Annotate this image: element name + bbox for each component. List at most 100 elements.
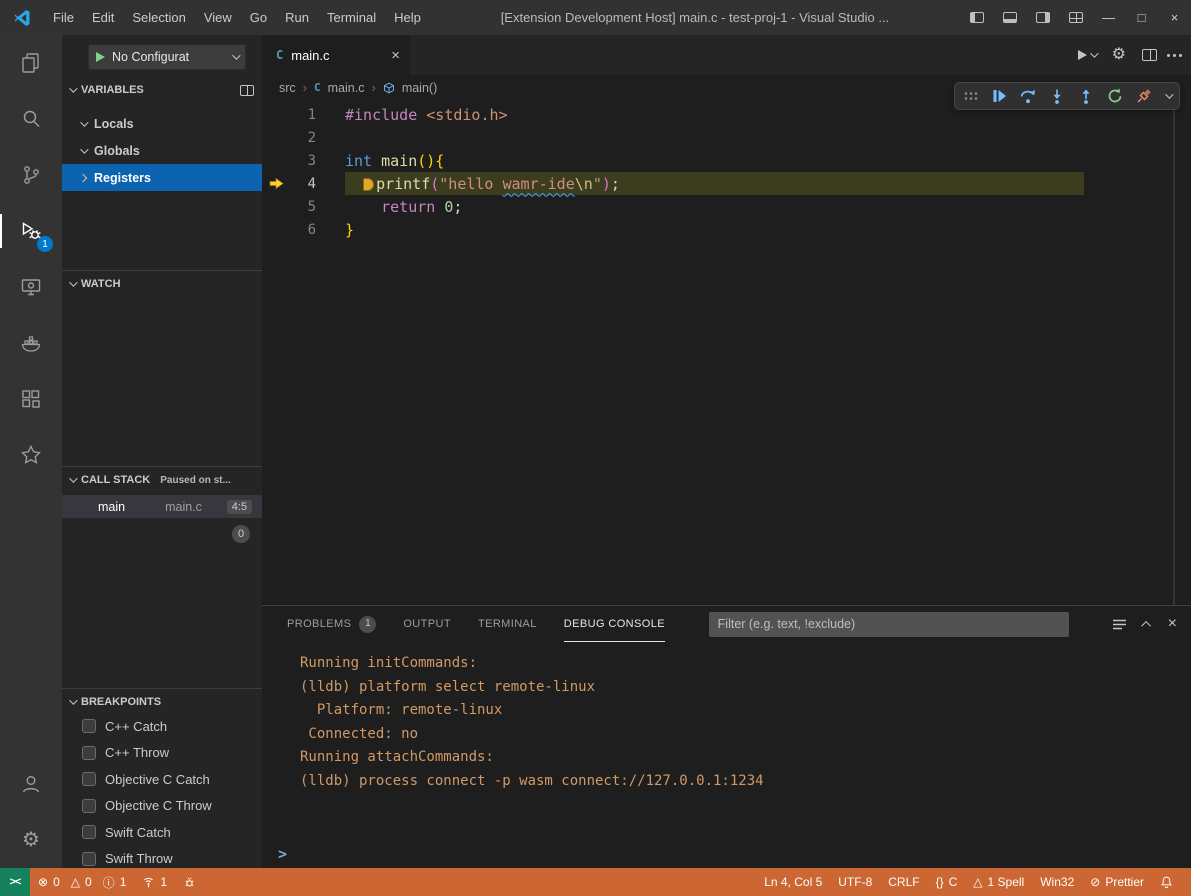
breadcrumb-symbol[interactable]: main() bbox=[402, 81, 437, 95]
notifications-status[interactable] bbox=[1152, 875, 1181, 889]
menu-item[interactable]: File bbox=[44, 0, 83, 35]
variable-scope-row[interactable]: Globals bbox=[62, 137, 262, 164]
breadcrumb-file[interactable]: main.c bbox=[328, 81, 365, 95]
platform-status[interactable]: Win32 bbox=[1032, 875, 1082, 889]
chevron-down-icon[interactable] bbox=[1165, 90, 1173, 98]
explorer-icon[interactable] bbox=[0, 35, 62, 91]
cursor-position[interactable]: Ln 4, Col 5 bbox=[756, 875, 830, 889]
customize-layout-icon[interactable] bbox=[1059, 0, 1092, 35]
variables-header[interactable]: VARIABLES bbox=[62, 77, 262, 101]
maximize-button[interactable]: □ bbox=[1125, 0, 1158, 35]
disconnect-icon[interactable] bbox=[1136, 88, 1152, 104]
continue-icon[interactable] bbox=[992, 89, 1007, 103]
variable-scope-row-registers[interactable]: Registers bbox=[62, 164, 262, 191]
minimize-button[interactable]: — bbox=[1092, 0, 1125, 35]
menu-item[interactable]: Edit bbox=[83, 0, 123, 35]
restart-icon[interactable] bbox=[1107, 88, 1123, 104]
run-and-debug-icon[interactable]: 1 bbox=[0, 203, 62, 259]
docker-icon[interactable] bbox=[0, 315, 62, 371]
debug-status[interactable] bbox=[175, 868, 204, 896]
tab-problems[interactable]: PROBLEMS 1 bbox=[287, 606, 376, 642]
source-control-icon[interactable] bbox=[0, 147, 62, 203]
language-status[interactable]: {} C bbox=[928, 875, 966, 889]
run-file-button[interactable] bbox=[1078, 50, 1096, 60]
tab-output[interactable]: OUTPUT bbox=[403, 606, 451, 642]
breakpoint-row[interactable]: C++ Catch bbox=[62, 713, 262, 740]
breakpoint-checkbox[interactable] bbox=[82, 825, 96, 839]
extensions-icon[interactable] bbox=[0, 371, 62, 427]
settings-gear-icon[interactable]: ⚙ bbox=[0, 812, 62, 868]
breakpoint-checkbox[interactable] bbox=[82, 719, 96, 733]
toolbar-drag-handle[interactable] bbox=[963, 89, 979, 103]
eol-status[interactable]: CRLF bbox=[880, 875, 927, 889]
breakpoint-row[interactable]: Objective C Throw bbox=[62, 793, 262, 820]
breakpoint-row[interactable]: Objective C Catch bbox=[62, 766, 262, 793]
menu-item[interactable]: Help bbox=[385, 0, 430, 35]
breakpoint-checkbox[interactable] bbox=[82, 746, 96, 760]
accounts-icon[interactable] bbox=[0, 756, 62, 812]
watch-header[interactable]: WATCH bbox=[62, 271, 262, 295]
remote-indicator[interactable]: >< bbox=[0, 868, 30, 896]
editor-scrollbar[interactable] bbox=[1173, 103, 1175, 605]
code-line[interactable]: 3 int main(){ bbox=[262, 149, 1191, 172]
maximize-panel-icon[interactable] bbox=[1141, 620, 1151, 630]
formatter-status[interactable]: ⊘ Prettier bbox=[1082, 875, 1152, 889]
more-actions-icon[interactable] bbox=[1173, 54, 1176, 57]
code-text: printf("hello wamr-ide\n"); bbox=[345, 175, 620, 193]
variable-scope-row[interactable]: Locals bbox=[62, 110, 262, 137]
stack-frame-row[interactable]: main main.c 4:5 bbox=[62, 495, 262, 518]
start-debug-icon[interactable] bbox=[96, 52, 105, 62]
breakpoint-checkbox[interactable] bbox=[82, 799, 96, 813]
step-out-icon[interactable] bbox=[1078, 89, 1094, 104]
ports-status[interactable]: 1 bbox=[134, 868, 175, 896]
inline-breakpoint-icon[interactable] bbox=[363, 178, 374, 191]
tab-close-icon[interactable]: × bbox=[391, 47, 400, 64]
code-line[interactable]: 5 return 0; bbox=[262, 195, 1191, 218]
remote-explorer-icon[interactable] bbox=[0, 259, 62, 315]
close-button[interactable]: × bbox=[1158, 0, 1191, 35]
menu-lines-icon[interactable] bbox=[1112, 618, 1127, 631]
menu-item[interactable]: Run bbox=[276, 0, 318, 35]
tab-debug-console[interactable]: DEBUG CONSOLE bbox=[564, 606, 665, 642]
menu-item[interactable]: Selection bbox=[123, 0, 194, 35]
toggle-secondary-sidebar-icon[interactable] bbox=[1026, 0, 1059, 35]
console-filter-input[interactable] bbox=[709, 612, 1069, 637]
split-editor-icon[interactable] bbox=[1142, 49, 1157, 61]
step-over-icon[interactable] bbox=[1020, 89, 1036, 104]
menu-item[interactable]: Go bbox=[241, 0, 276, 35]
search-icon[interactable] bbox=[0, 91, 62, 147]
problems-badge: 1 bbox=[359, 616, 376, 633]
menu-item[interactable]: View bbox=[195, 0, 241, 35]
tab-main-c[interactable]: C main.c × bbox=[262, 35, 410, 75]
spell-status[interactable]: △ 1 Spell bbox=[965, 875, 1032, 889]
code-token: ) bbox=[602, 175, 611, 193]
step-into-icon[interactable] bbox=[1049, 89, 1065, 104]
code-line[interactable]: 4 printf("hello wamr-ide\n"); bbox=[262, 172, 1191, 195]
close-panel-icon[interactable]: × bbox=[1168, 616, 1177, 632]
diagnostics-status[interactable]: ⊗ 0 △ 0 ⓘ 1 bbox=[30, 868, 134, 896]
panes-icon[interactable] bbox=[240, 85, 254, 96]
console-input-prompt[interactable]: > bbox=[278, 845, 287, 863]
toggle-panel-icon[interactable] bbox=[993, 0, 1026, 35]
breakpoint-gutter[interactable] bbox=[262, 178, 290, 189]
breakpoint-checkbox[interactable] bbox=[82, 852, 96, 866]
debug-config-dropdown[interactable]: No Configurat bbox=[88, 44, 246, 70]
tab-label: main.c bbox=[291, 48, 329, 63]
configure-gear-icon[interactable]: ⚙ bbox=[1112, 47, 1126, 63]
encoding-status[interactable]: UTF-8 bbox=[830, 875, 880, 889]
breadcrumb-folder[interactable]: src bbox=[279, 81, 296, 95]
breakpoint-row[interactable]: Swift Catch bbox=[62, 819, 262, 846]
breakpoint-checkbox[interactable] bbox=[82, 772, 96, 786]
code-editor[interactable]: 1 #include <stdio.h> 2 bbox=[262, 103, 1191, 605]
call-stack-header[interactable]: CALL STACK Paused on st... bbox=[62, 467, 262, 491]
star-icon[interactable] bbox=[0, 427, 62, 483]
breakpoints-header[interactable]: BREAKPOINTS bbox=[62, 689, 262, 713]
tab-terminal[interactable]: TERMINAL bbox=[478, 606, 537, 642]
toggle-primary-sidebar-icon[interactable] bbox=[960, 0, 993, 35]
code-line[interactable]: 6 } bbox=[262, 218, 1191, 241]
warning-count: 0 bbox=[85, 875, 92, 889]
menu-item[interactable]: Terminal bbox=[318, 0, 385, 35]
breakpoint-row[interactable]: Swift Throw bbox=[62, 846, 262, 869]
code-line[interactable]: 2 bbox=[262, 126, 1191, 149]
breakpoint-row[interactable]: C++ Throw bbox=[62, 740, 262, 767]
